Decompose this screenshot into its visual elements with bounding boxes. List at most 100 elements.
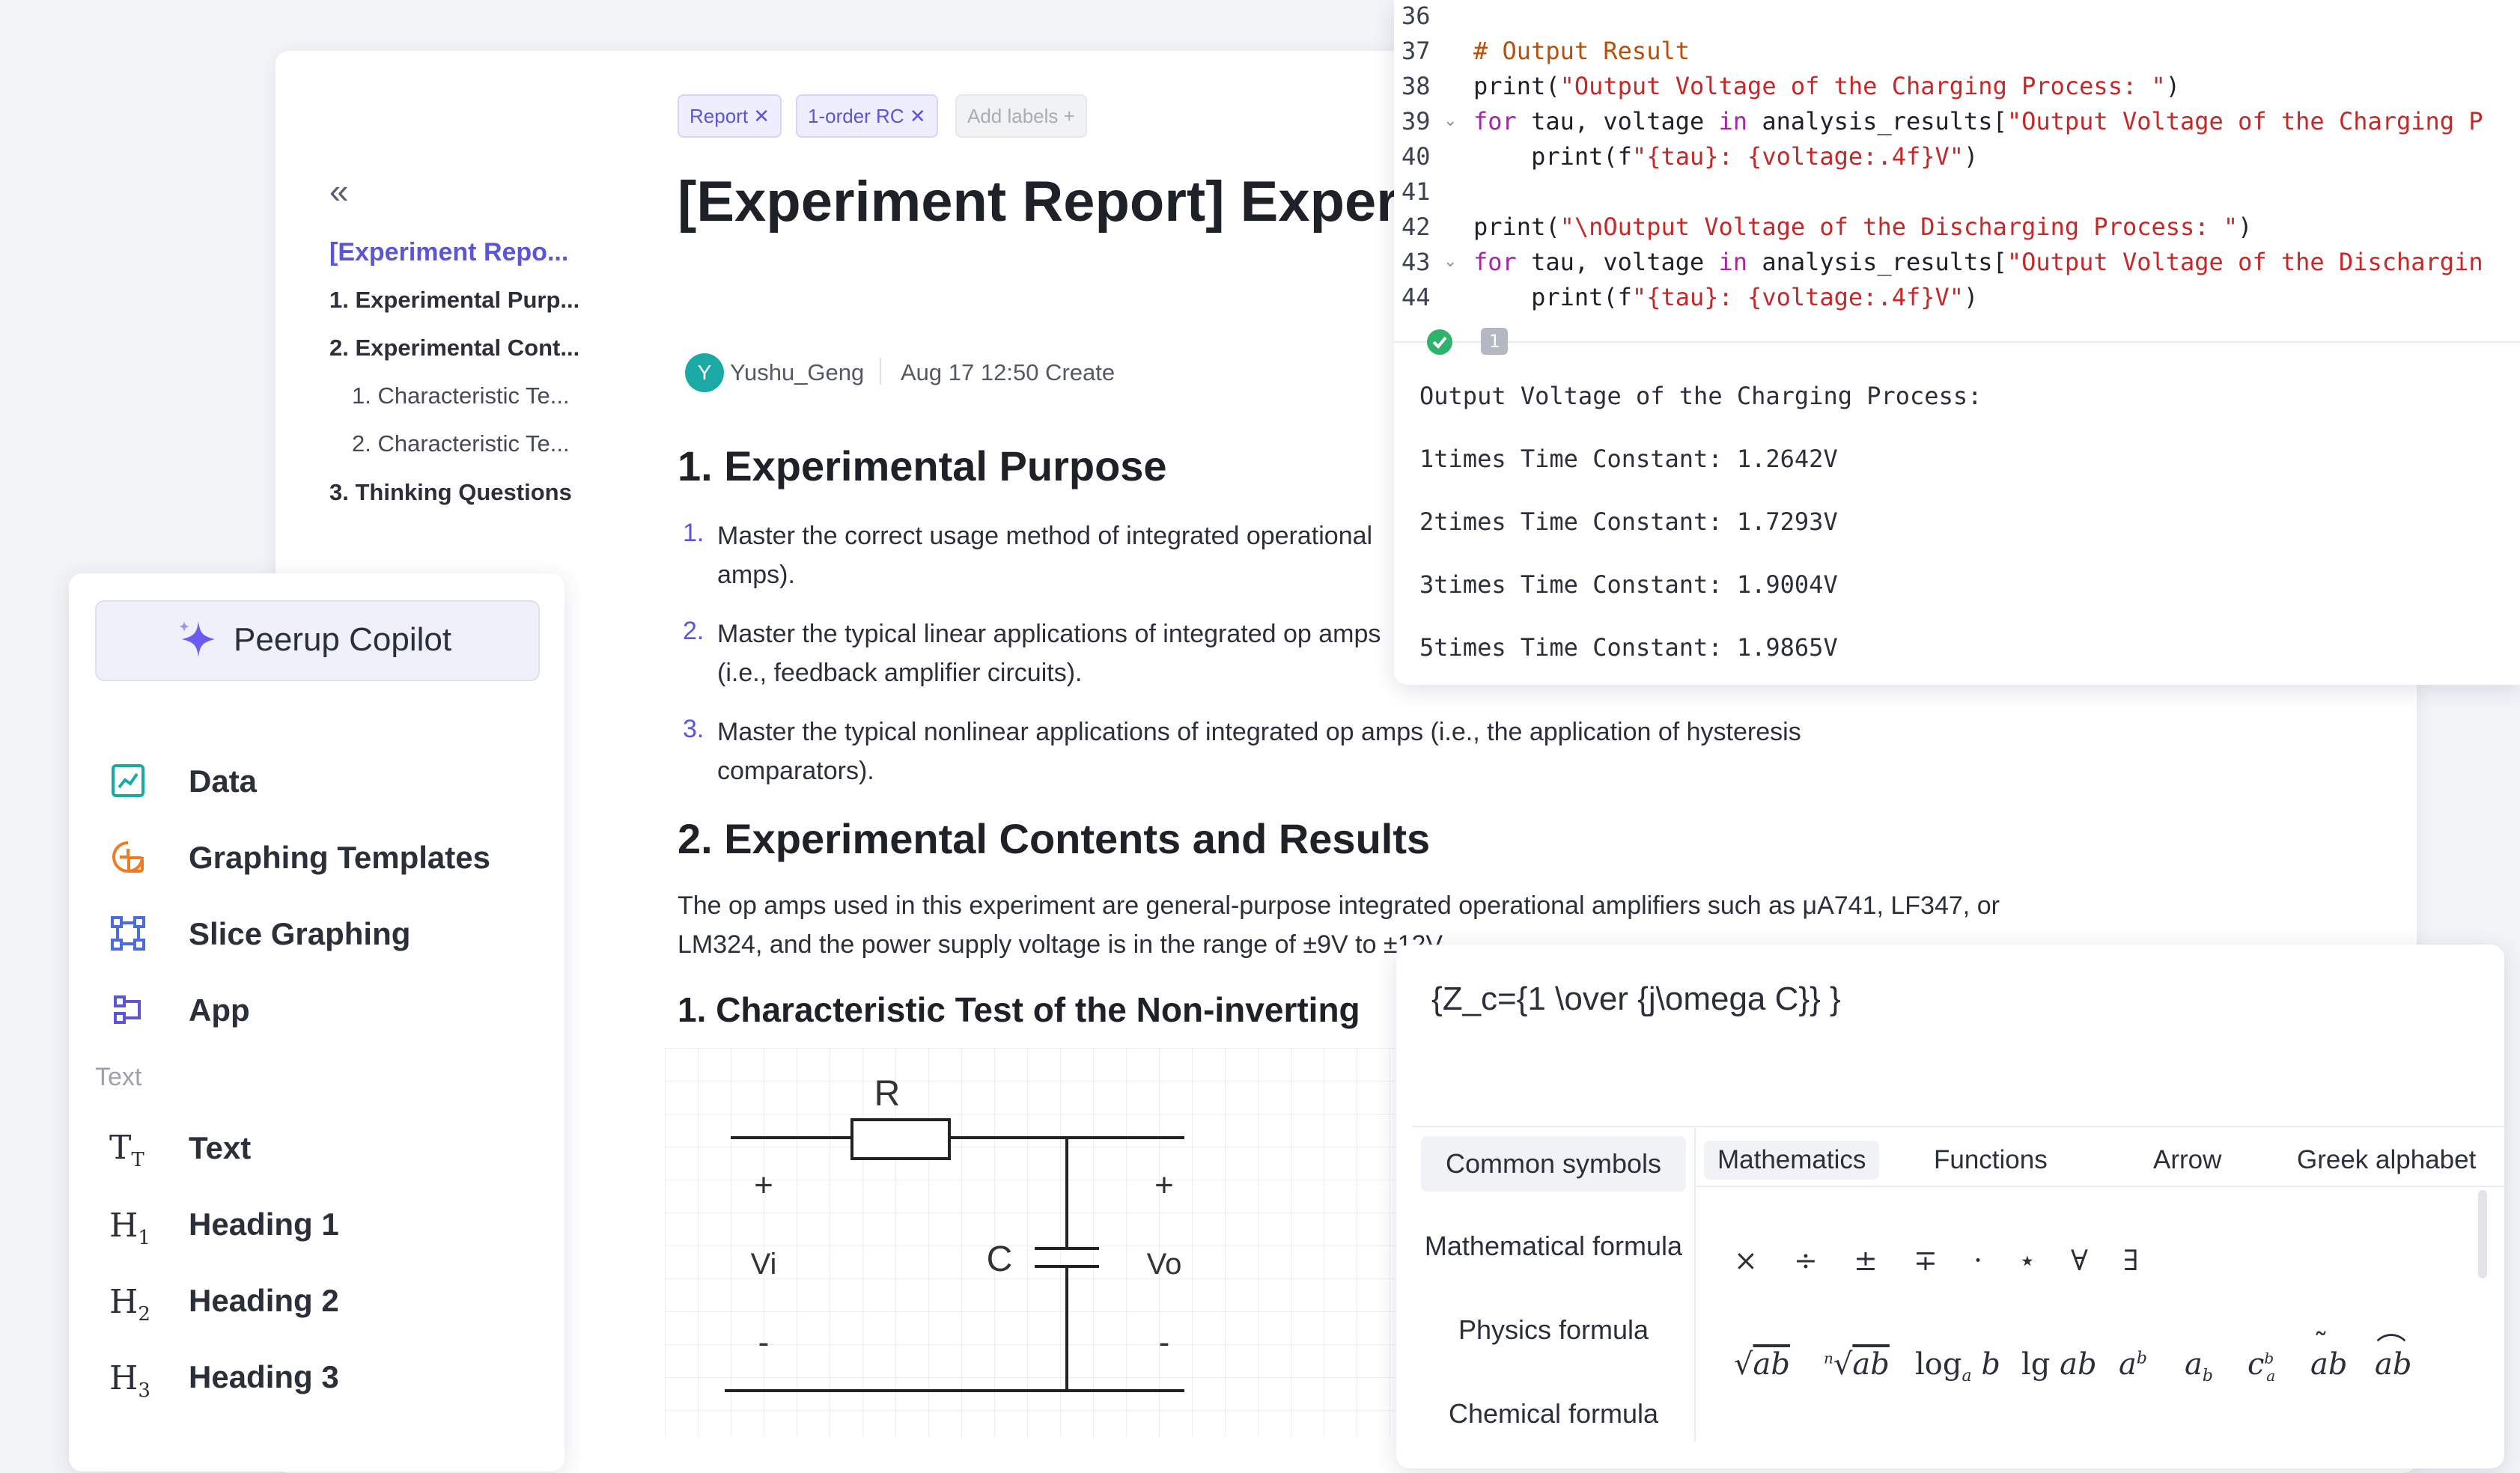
menu-item-graphing-templates[interactable]: Graphing Templates <box>189 840 490 876</box>
code-line[interactable]: 36 <box>1401 1 1473 36</box>
resistor-label: R <box>874 1074 901 1114</box>
toc-item[interactable]: 2. Characteristic Te... <box>352 430 570 457</box>
execution-count-badge: 1 <box>1481 328 1508 355</box>
code-line[interactable]: 38 print("Output Voltage of the Charging … <box>1401 72 2180 106</box>
code-line[interactable]: 41 <box>1401 177 1473 212</box>
category-common-symbols[interactable]: Common symbols <box>1421 1136 1686 1192</box>
nth-root-symbol-button[interactable]: n√ab <box>1824 1347 1890 1382</box>
rc-circuit-diagram[interactable]: R C + Vi - + Vo - <box>665 1048 1399 1437</box>
output-plus-label: + <box>1154 1167 1174 1204</box>
label-chip[interactable]: Report ✕ <box>678 94 782 138</box>
tilde-symbol-button[interactable]: ab ˜ <box>2310 1328 2347 1382</box>
slice-icon <box>111 916 145 951</box>
tab-greek-alphabet[interactable]: Greek alphabet <box>2283 1141 2489 1180</box>
label-text: Report <box>690 105 749 127</box>
graph-template-icon <box>112 841 144 873</box>
symbol-button[interactable]: ∀ <box>2071 1244 2088 1277</box>
sub-superscript-symbol-button[interactable]: cba <box>2247 1347 2275 1385</box>
divider <box>1411 1126 2505 1127</box>
code-line[interactable]: 44 print(f"{tau}: {voltage:.4f}V") <box>1401 283 1978 317</box>
scrollbar[interactable] <box>2478 1190 2487 1278</box>
label-text: 1-order RC <box>808 105 904 127</box>
sqrt-symbol-button[interactable]: √ab <box>1734 1347 1790 1382</box>
heading-3-icon: H3 <box>109 1359 150 1402</box>
output-voltage-label: Vo <box>1147 1248 1182 1281</box>
category-mathematical-formula[interactable]: Mathematical formula <box>1421 1230 1686 1262</box>
symbol-button[interactable]: · <box>1973 1244 1982 1277</box>
close-icon[interactable]: ✕ <box>910 105 926 127</box>
code-line[interactable]: 43 for tau, voltage in analysis_results["… <box>1401 248 2483 282</box>
fold-chevron-icon[interactable]: ⌄ <box>1443 111 1457 130</box>
category-physics-formula[interactable]: Physics formula <box>1421 1314 1686 1346</box>
divider <box>1394 341 2520 343</box>
formula-editor-panel <box>1396 945 2504 1469</box>
toc-item[interactable]: 2. Experimental Cont... <box>329 335 579 362</box>
label-chip[interactable]: 1-order RC ✕ <box>796 94 938 138</box>
superscript-symbol-button[interactable]: ab <box>2119 1347 2147 1382</box>
copilot-label: Peerup Copilot <box>234 621 452 658</box>
chart-icon <box>112 764 144 797</box>
code-line[interactable]: 40 print(f"{tau}: {voltage:.4f}V") <box>1401 142 1978 177</box>
menu-item-text[interactable]: Text <box>189 1130 251 1166</box>
avatar[interactable]: Y <box>685 353 724 392</box>
symbol-button[interactable]: ÷ <box>1794 1244 1818 1277</box>
created-date: Aug 17 12:50 Create <box>901 359 1116 385</box>
run-success-icon <box>1427 329 1452 355</box>
log-symbol-button[interactable]: loga b <box>1915 1347 2000 1385</box>
subsection-heading: 1. Characteristic Test of the Non-invert… <box>678 990 1360 1029</box>
category-chemical-formula[interactable]: Chemical formula <box>1421 1398 1686 1430</box>
output-line: 5times Time Constant: 1.9865V <box>1419 633 1838 662</box>
capacitor-label: C <box>987 1239 1013 1279</box>
list-number: 1. <box>683 519 704 547</box>
output-line: 1times Time Constant: 1.2642V <box>1419 445 1838 473</box>
symbol-button[interactable]: ± <box>1854 1244 1878 1277</box>
input-voltage-label: Vi <box>751 1248 777 1281</box>
collapse-toc-icon[interactable]: « <box>329 171 349 211</box>
input-plus-label: + <box>754 1167 773 1204</box>
formula-input[interactable]: {Z_c={1 \over {j\omega C}} } <box>1431 981 1841 1018</box>
divider <box>1696 1186 2505 1187</box>
list-item: Master the typical nonlinear application… <box>717 718 1801 785</box>
menu-item-heading-3[interactable]: Heading 3 <box>189 1359 339 1395</box>
divider <box>1694 1127 1696 1442</box>
output-line: Output Voltage of the Charging Process: <box>1419 382 1982 410</box>
symbol-button[interactable]: ∃ <box>2123 1244 2139 1277</box>
input-minus-label: - <box>758 1324 770 1361</box>
lg-symbol-button[interactable]: lg ab <box>2021 1347 2097 1382</box>
symbol-button[interactable]: ⋆ <box>2018 1244 2036 1277</box>
heading-1-icon: H1 <box>109 1207 150 1249</box>
menu-item-data[interactable]: Data <box>189 763 257 799</box>
tab-mathematics[interactable]: Mathematics <box>1704 1141 1880 1180</box>
output-line: 2times Time Constant: 1.7293V <box>1419 507 1838 536</box>
toc-item[interactable]: 3. Thinking Questions <box>329 479 572 506</box>
app-icon <box>114 995 141 1024</box>
toc-item[interactable]: [Experiment Repo... <box>329 238 568 267</box>
section-heading: 2. Experimental Contents and Results <box>678 815 1431 862</box>
menu-item-app[interactable]: App <box>189 992 250 1028</box>
sparkle-icon <box>179 621 215 657</box>
list-number: 2. <box>683 617 704 645</box>
subscript-symbol-button[interactable]: ab <box>2185 1347 2213 1385</box>
plus-icon: + <box>1063 105 1075 127</box>
close-icon[interactable]: ✕ <box>753 105 770 127</box>
menu-item-heading-1[interactable]: Heading 1 <box>189 1207 339 1242</box>
list-item: Master the correct usage method of integ… <box>717 522 1373 589</box>
section-heading: 1. Experimental Purpose <box>678 442 1167 490</box>
list-number: 3. <box>683 715 704 743</box>
symbol-button[interactable]: ∓ <box>1914 1244 1938 1277</box>
tab-arrow[interactable]: Arrow <box>2140 1141 2235 1180</box>
heading-2-icon: H2 <box>109 1283 150 1326</box>
code-line[interactable]: 37 # Output Result <box>1401 37 1690 71</box>
toc-item[interactable]: 1. Characteristic Te... <box>352 382 570 409</box>
author-name[interactable]: Yushu_Geng <box>730 359 864 386</box>
symbol-button[interactable]: × <box>1734 1244 1758 1277</box>
code-line[interactable]: 39 for tau, voltage in analysis_results["… <box>1401 107 2483 141</box>
menu-item-slice-graphing[interactable]: Slice Graphing <box>189 916 410 952</box>
code-line[interactable]: 42 print("\nOutput Voltage of the Dischar… <box>1401 213 2252 247</box>
arc-symbol-button[interactable]: ab ⌒ <box>2375 1332 2411 1382</box>
tab-functions[interactable]: Functions <box>1920 1141 2061 1180</box>
add-labels-button[interactable]: Add labels + <box>955 94 1087 138</box>
toc-item[interactable]: 1. Experimental Purp... <box>329 287 579 314</box>
fold-chevron-icon[interactable]: ⌄ <box>1443 251 1457 271</box>
menu-item-heading-2[interactable]: Heading 2 <box>189 1283 339 1319</box>
